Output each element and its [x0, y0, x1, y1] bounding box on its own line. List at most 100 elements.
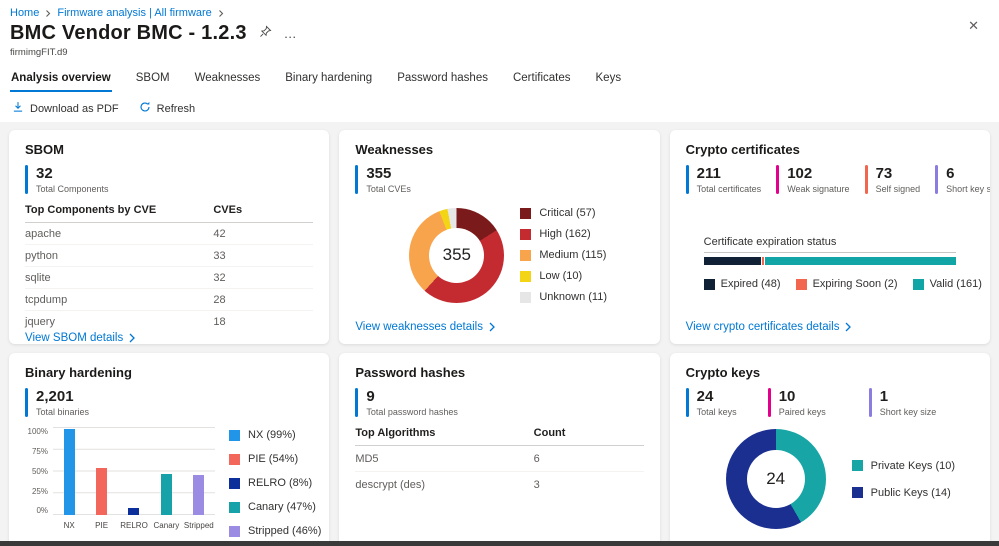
expiration-legend: Expired (48) Expiring Soon (2) Valid (16… — [703, 278, 982, 290]
table-row: descrypt (des) 3 — [355, 479, 540, 492]
legend-swatch — [229, 525, 240, 537]
tab-analysis-overview[interactable]: Analysis overview — [10, 67, 112, 92]
hashes-total-value: 9 — [366, 388, 375, 405]
expiration-status-title: Certificate expiration status — [703, 236, 956, 254]
donut-center-value: 355 — [442, 245, 472, 265]
binary-hardening-card: Binary hardening 2,201 Total binaries 10… — [9, 353, 330, 546]
keys-legend: Private Keys (10) Public Keys (14) — [851, 460, 955, 499]
legend-swatch — [229, 453, 240, 465]
legend-swatch — [520, 207, 532, 219]
legend-swatch — [229, 501, 240, 513]
chevron-right-icon — [44, 9, 52, 18]
stat-accent-bar — [25, 388, 28, 418]
sbom-table: Top Components by CVE CVEs apache 42 pyth… — [25, 204, 314, 332]
weaknesses-total-value: 355 — [366, 165, 392, 182]
page-title: BMC Vendor BMC - 1.2.3 — [10, 22, 247, 44]
crypto-keys-card: Crypto keys 24 Total keys 10 Paired keys 1… — [669, 353, 990, 546]
legend-swatch — [229, 429, 240, 441]
tab-password-hashes[interactable]: Password hashes — [396, 67, 489, 92]
stat-accent-bar — [935, 165, 939, 195]
refresh-icon — [139, 101, 151, 116]
view-weaknesses-details-link[interactable]: View weaknesses details — [355, 321, 643, 333]
chevron-right-icon — [489, 322, 495, 332]
x-label-Stripped: Stripped — [183, 521, 214, 531]
weaknesses-card: Weaknesses 355 Total CVEs 355 Critical (… — [339, 130, 660, 344]
x-label-PIE: PIE — [95, 521, 109, 531]
tab-keys[interactable]: Keys — [595, 67, 623, 92]
bar-Stripped — [193, 475, 205, 516]
legend-swatch — [851, 460, 863, 472]
sbom-total-value: 32 — [36, 165, 53, 182]
tab-binary-hardening[interactable]: Binary hardening — [284, 67, 373, 92]
chevron-right-icon — [846, 322, 852, 332]
x-label-Canary: Canary — [153, 521, 180, 531]
keys-donut-chart: 24 — [725, 429, 826, 530]
hashes-col-algorithms: Top Algorithms — [355, 427, 436, 440]
sbom-col-components: Top Components by CVE — [25, 204, 157, 217]
refresh-label: Refresh — [156, 102, 196, 115]
tab-weaknesses[interactable]: Weaknesses — [194, 67, 262, 92]
legend-swatch — [520, 270, 532, 282]
sbom-col-cves: CVEs — [213, 204, 243, 217]
legend-swatch — [795, 278, 807, 290]
chevron-right-icon — [129, 333, 136, 343]
tab-bar: Analysis overview SBOM Weaknesses Binary… — [10, 67, 985, 92]
bar-PIE — [96, 468, 108, 516]
tab-certificates[interactable]: Certificates — [512, 67, 572, 92]
legend-swatch — [229, 477, 240, 489]
hardening-total-label: Total binaries — [36, 407, 90, 418]
stat-accent-bar — [864, 165, 868, 195]
crypto-certificates-card: Crypto certificates 211 Total certificate… — [669, 130, 990, 344]
download-icon — [12, 101, 24, 116]
stack-segment — [761, 257, 764, 266]
window-bottom-edge — [0, 541, 999, 546]
legend-swatch — [520, 228, 532, 240]
stat-accent-bar — [685, 388, 689, 418]
stat-accent-bar — [355, 388, 359, 418]
refresh-button[interactable]: Refresh — [139, 101, 196, 116]
weaknesses-donut-chart: 355 — [409, 207, 505, 303]
legend-swatch — [520, 291, 532, 303]
breadcrumb-home[interactable]: Home — [10, 7, 39, 19]
more-options-icon[interactable]: … — [284, 27, 298, 40]
view-crypto-certificates-details-link[interactable]: View crypto certificates details — [686, 321, 974, 333]
hashes-total-label: Total password hashes — [366, 407, 458, 418]
bar-RELRO — [128, 508, 140, 516]
close-icon[interactable]: ✕ — [968, 18, 979, 34]
page-header: Home Firmware analysis | All firmware ✕ … — [0, 0, 999, 116]
x-label-NX: NX — [63, 521, 75, 531]
stat-accent-bar — [776, 165, 780, 195]
table-row: sqlite 32 — [25, 267, 314, 290]
stack-segment — [703, 257, 761, 266]
weaknesses-legend: Critical (57) High (162) Medium (115) Lo… — [520, 207, 607, 303]
certificates-card-title: Crypto certificates — [685, 142, 800, 157]
weaknesses-total-label: Total CVEs — [366, 184, 411, 195]
cards-grid: SBOM 32 Total Components Top Components … — [0, 122, 999, 546]
sbom-card: SBOM 32 Total Components Top Components … — [9, 130, 330, 344]
view-sbom-details-link[interactable]: View SBOM details — [25, 332, 313, 344]
hardening-card-title: Binary hardening — [25, 365, 132, 380]
certificate-expiration-section: Certificate expiration status Expired (4… — [703, 236, 982, 290]
hardening-bar-chart: 100% 75% 50% 25% 0% NX PIE RELRO Canary Stri… — [25, 427, 321, 537]
stat-accent-bar — [25, 165, 28, 195]
download-pdf-button[interactable]: Download as PDF — [12, 101, 119, 116]
legend-swatch — [912, 278, 924, 290]
stat-accent-bar — [767, 388, 771, 418]
chevron-right-icon — [217, 9, 225, 18]
table-row: python 33 — [25, 245, 314, 268]
table-row: tcpdump 28 — [25, 289, 314, 312]
table-row: apache 42 — [25, 223, 314, 246]
firmware-filename: firmimgFIT.d9 — [10, 47, 68, 58]
bar-Canary — [160, 474, 172, 516]
legend-swatch — [851, 487, 863, 499]
hashes-card-title: Password hashes — [355, 365, 466, 380]
stat-accent-bar — [355, 165, 359, 195]
table-row: MD5 6 — [355, 446, 644, 473]
tab-sbom[interactable]: SBOM — [135, 67, 171, 92]
keys-card-title: Crypto keys — [685, 365, 761, 380]
breadcrumb-firmware-analysis[interactable]: Firmware analysis | All firmware — [57, 7, 211, 19]
pin-icon[interactable] — [259, 24, 272, 43]
donut-center-value: 24 — [766, 469, 786, 489]
stack-segment — [764, 257, 956, 266]
stat-accent-bar — [868, 388, 872, 418]
